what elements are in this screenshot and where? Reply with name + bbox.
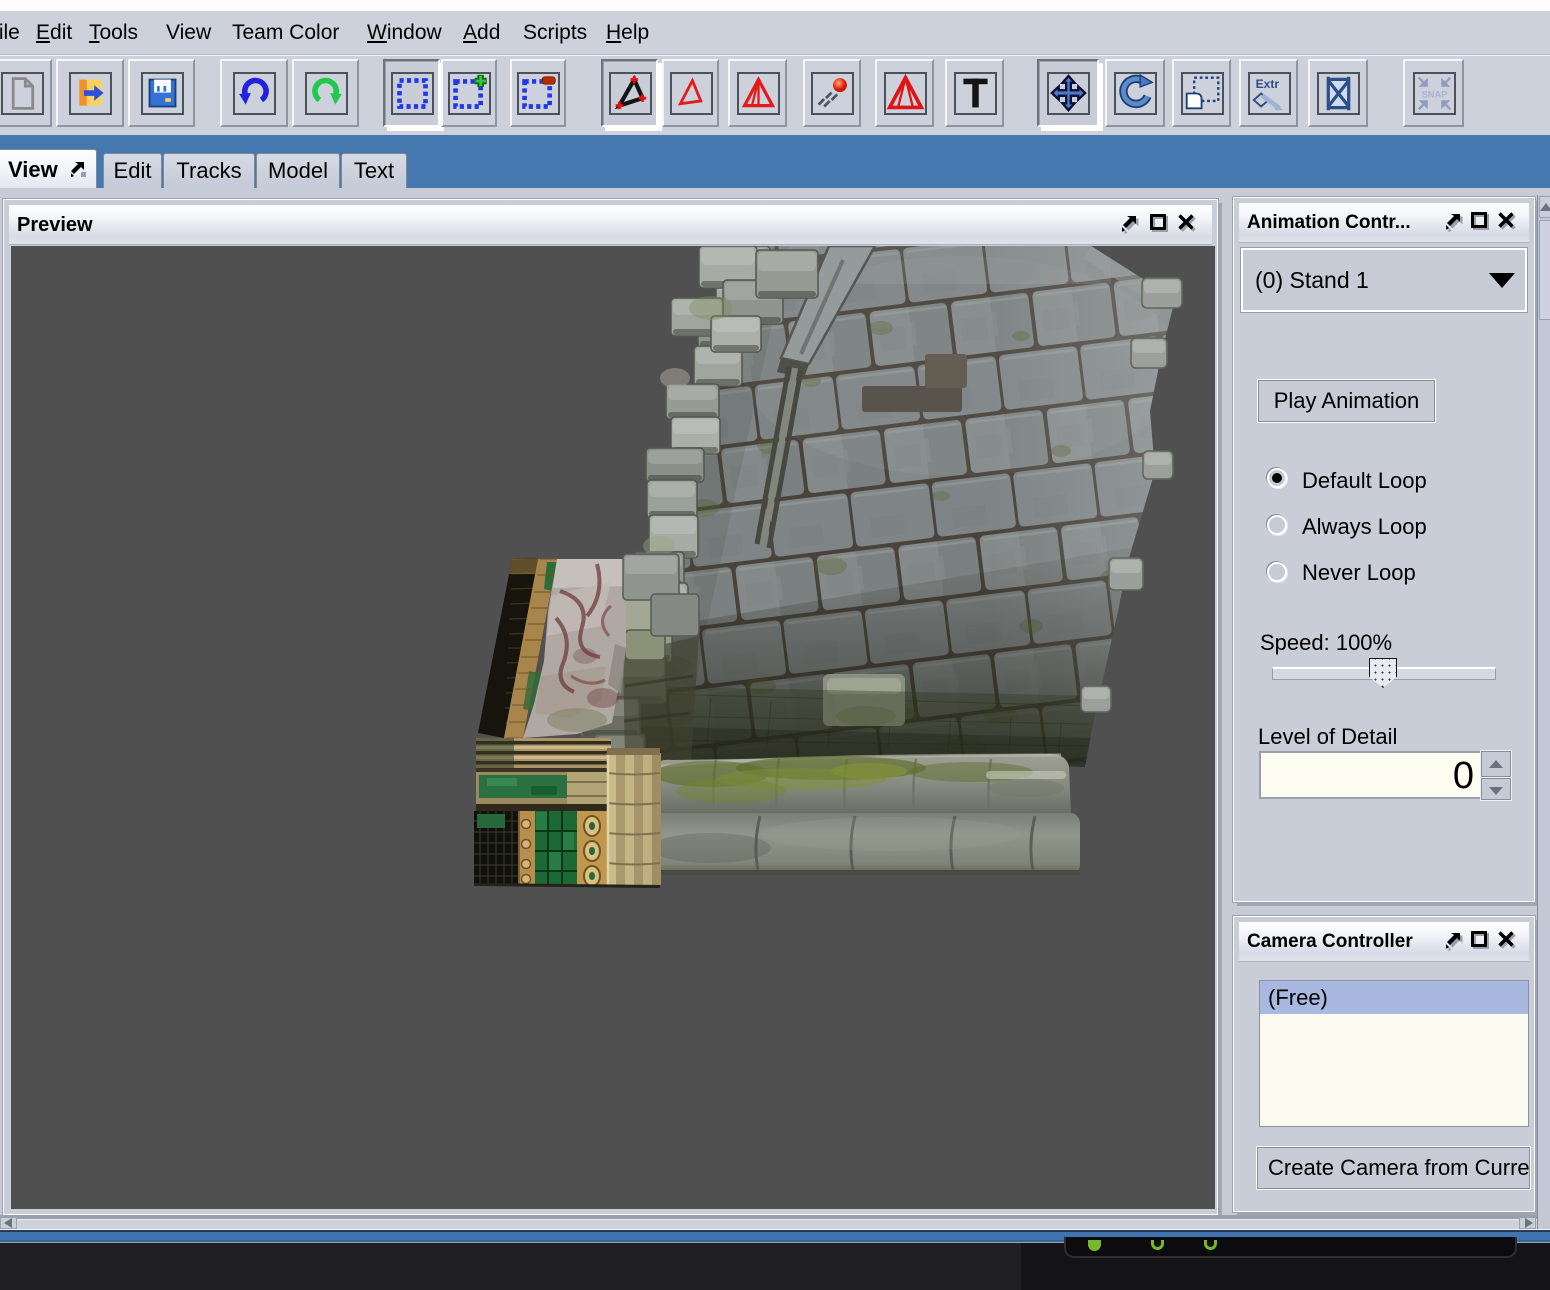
svg-text:SNAP: SNAP xyxy=(1421,90,1447,100)
svg-text:Extr: Extr xyxy=(1255,77,1279,91)
